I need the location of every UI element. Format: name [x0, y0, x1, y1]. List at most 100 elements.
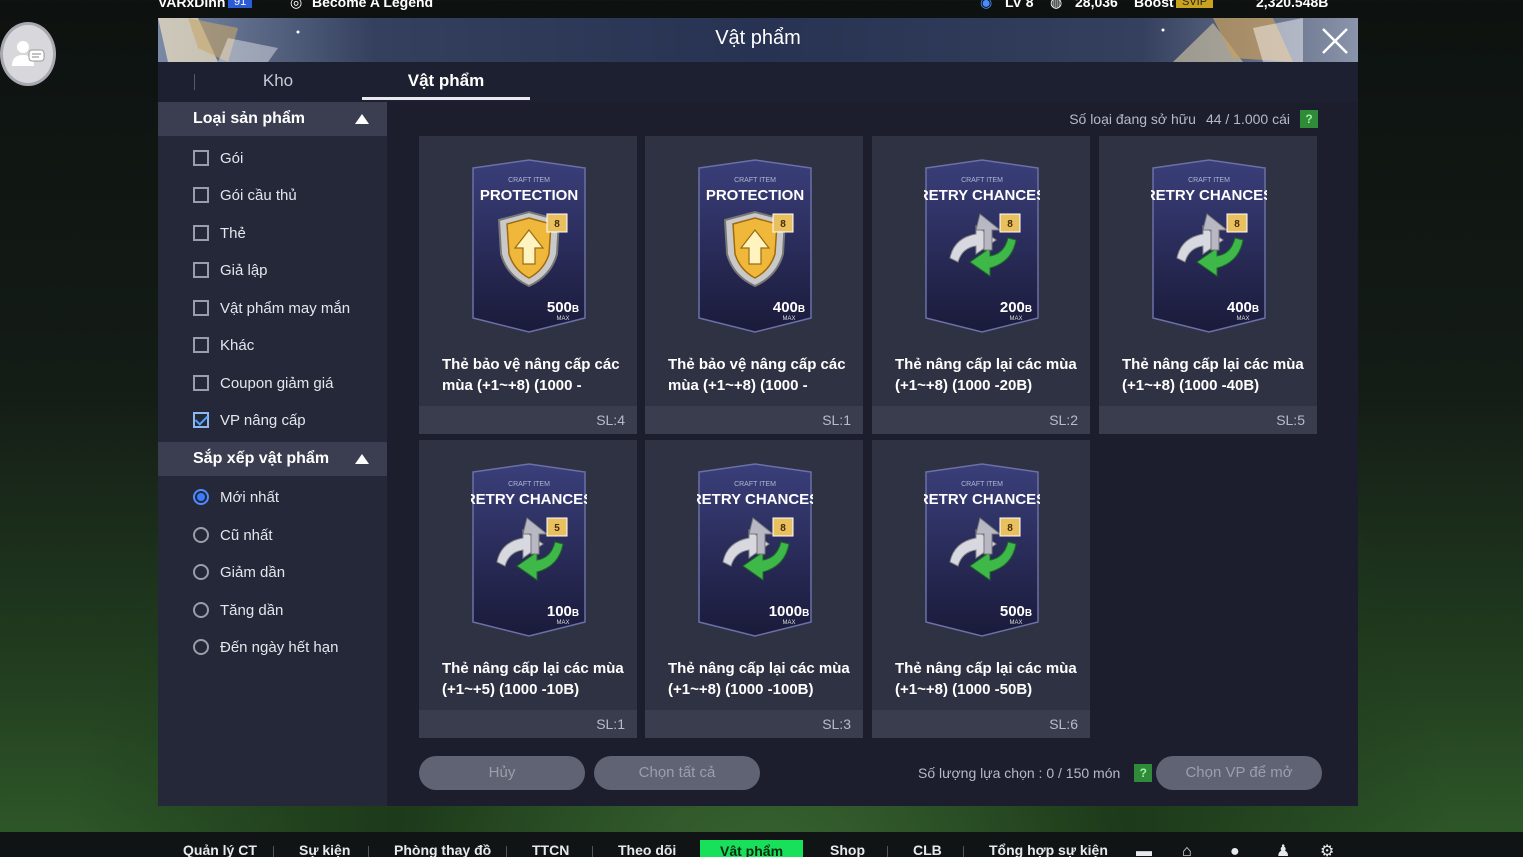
craft-item-caption: CRAFT ITEM: [1188, 177, 1230, 184]
nav-locker-room[interactable]: Phòng thay đồ: [394, 842, 491, 857]
bottom-navigation: Quản lý CT Sự kiện Phòng thay đồ TTCN Theo d…: [0, 832, 1523, 857]
checkbox[interactable]: [193, 375, 209, 391]
checkbox[interactable]: [193, 337, 209, 353]
nav-separator: [592, 846, 593, 857]
filter-option-upgrade-item[interactable]: VP nâng cấp: [193, 408, 306, 432]
points: 28,036: [1075, 0, 1118, 10]
tab-items[interactable]: Vật phẩm: [362, 62, 530, 100]
points-icon: ◍: [1050, 0, 1063, 10]
sort-option-ascending[interactable]: Tăng dần: [193, 598, 283, 622]
settings-icon[interactable]: ⚙: [1320, 844, 1344, 857]
item-card[interactable]: CRAFT ITEM RETRY CHANCES 5 100B MAX Thẻ …: [419, 440, 637, 738]
craft-item-pack-image: CRAFT ITEM RETRY CHANCES 8 400B MAX: [1151, 159, 1267, 333]
sort-header[interactable]: Sắp xếp vật phẩm: [158, 442, 387, 476]
bp-amount: 2,320.548B: [1256, 0, 1329, 10]
item-card[interactable]: CRAFT ITEM RETRY CHANCES 8 200B MAX Thẻ …: [872, 136, 1090, 434]
nav-separator: [887, 846, 888, 857]
filter-option-coupon[interactable]: Coupon giảm giá: [193, 371, 333, 395]
craft-item-pack-image: CRAFT ITEM PROTECTION 8 500B MAX: [472, 159, 586, 333]
craft-item-caption: CRAFT ITEM: [961, 481, 1003, 488]
level-badge: 8: [554, 219, 560, 230]
pack-title: RETRY CHANCES: [1151, 187, 1267, 204]
checkbox-checked[interactable]: [193, 412, 209, 428]
item-card[interactable]: CRAFT ITEM PROTECTION 8 400B MAX Thẻ bảo…: [645, 136, 863, 434]
filter-option-lucky-item[interactable]: Vật phẩm may mắn: [193, 296, 350, 320]
collapse-arrow-icon: [355, 454, 369, 464]
level-badge: 8: [1007, 219, 1013, 230]
craft-item-pack-image: CRAFT ITEM RETRY CHANCES 8 500B MAX: [924, 463, 1040, 637]
filter-option-pack[interactable]: Gói: [193, 146, 243, 170]
item-name: Thẻ bảo vệ nâng cấp các mùa (+1~+8) (100…: [668, 356, 846, 394]
option-label: Mới nhất: [220, 488, 280, 506]
nav-events[interactable]: Sự kiện: [299, 842, 350, 857]
item-quantity: SL:2: [872, 406, 1090, 434]
option-label: Giảm dần: [220, 563, 286, 581]
profile-avatar-button[interactable]: [0, 22, 56, 86]
item-quantity: SL:3: [645, 710, 863, 738]
nav-items[interactable]: Vật phẩm: [700, 840, 804, 857]
coach-icon[interactable]: ●: [1230, 844, 1254, 857]
checkbox[interactable]: [193, 225, 209, 241]
nav-follow[interactable]: Theo dõi: [618, 842, 676, 857]
vip-badge: SVIP: [1176, 0, 1214, 8]
open-selected-button[interactable]: Chọn VP để mở: [1156, 756, 1322, 790]
nav-club[interactable]: CLB: [913, 842, 942, 857]
item-name: Thẻ nâng cấp lại các mùa (+1~+8) (1000 -…: [1122, 356, 1304, 394]
cancel-button[interactable]: Hủy: [419, 756, 585, 790]
item-card[interactable]: CRAFT ITEM RETRY CHANCES 8 1000B MAX Thẻ…: [645, 440, 863, 738]
chat-icon[interactable]: ▬: [1136, 844, 1160, 857]
checkbox[interactable]: [193, 262, 209, 278]
nav-event-summary[interactable]: Tổng hợp sự kiện: [989, 842, 1108, 857]
category-filter-header[interactable]: Loại sản phẩm: [158, 102, 387, 136]
filter-option-card[interactable]: Thẻ: [193, 221, 246, 245]
checkbox[interactable]: [193, 150, 209, 166]
pack-max-label: MAX: [1009, 620, 1022, 626]
radio-selected[interactable]: [193, 489, 209, 505]
pack-max-label: MAX: [556, 316, 569, 322]
item-name: Thẻ nâng cấp lại các mùa (+1~+8) (1000 -…: [895, 356, 1077, 394]
sort-option-expiry[interactable]: Đến ngày hết hạn: [193, 635, 338, 659]
nav-profile[interactable]: TTCN: [532, 842, 569, 857]
item-card[interactable]: CRAFT ITEM PROTECTION 8 500B MAX Thẻ bảo…: [419, 136, 637, 434]
owned-value: 44 / 1.000 cái: [1205, 111, 1290, 127]
filter-option-other[interactable]: Khác: [193, 333, 254, 357]
level-icon: ◉: [980, 0, 993, 10]
nav-shop[interactable]: Shop: [830, 842, 865, 857]
radio[interactable]: [193, 564, 209, 580]
home-icon[interactable]: ⌂: [1182, 844, 1206, 857]
collapse-arrow-icon: [355, 114, 369, 124]
item-quantity: SL:1: [419, 710, 637, 738]
help-button[interactable]: ?: [1134, 764, 1153, 782]
level-badge: 8: [780, 219, 786, 230]
item-card[interactable]: CRAFT ITEM RETRY CHANCES 8 500B MAX Thẻ …: [872, 440, 1090, 738]
level: LV 8: [1005, 0, 1034, 10]
select-all-button[interactable]: Chọn tất cả: [594, 756, 760, 790]
craft-item-pack-image: CRAFT ITEM RETRY CHANCES 8 200B MAX: [924, 159, 1040, 333]
close-icon[interactable]: [1318, 24, 1352, 58]
option-label: Coupon giảm giá: [220, 374, 334, 392]
level-badge: 8: [780, 523, 786, 534]
radio[interactable]: [193, 602, 209, 618]
nav-squad[interactable]: Quản lý CT: [183, 842, 257, 857]
checkbox[interactable]: [193, 187, 209, 203]
radio[interactable]: [193, 639, 209, 655]
pack-title: PROTECTION: [706, 187, 804, 204]
pack-title: RETRY CHANCES: [697, 491, 813, 508]
sort-option-descending[interactable]: Giảm dần: [193, 560, 285, 584]
filter-option-simulation[interactable]: Giả lập: [193, 258, 268, 282]
craft-item-caption: CRAFT ITEM: [508, 177, 550, 184]
sort-option-oldest[interactable]: Cũ nhất: [193, 523, 273, 547]
player-name: VARxDinh: [158, 0, 226, 10]
friend-icon[interactable]: ♟: [1276, 844, 1300, 857]
filter-option-player-pack[interactable]: Gói cầu thủ: [193, 183, 297, 207]
sort-option-newest[interactable]: Mới nhất: [193, 485, 279, 509]
radio[interactable]: [193, 527, 209, 543]
tab-storage[interactable]: Kho: [195, 62, 361, 100]
help-button[interactable]: ?: [1300, 110, 1318, 128]
checkbox[interactable]: [193, 300, 209, 316]
owned-count: Số loại đang sở hữu 44 / 1.000 cái ?: [1069, 110, 1318, 128]
option-label: Gói cầu thủ: [220, 186, 297, 204]
option-label: Khác: [220, 336, 255, 354]
motto: Become A Legend: [312, 0, 434, 10]
item-card[interactable]: CRAFT ITEM RETRY CHANCES 8 400B MAX Thẻ …: [1099, 136, 1317, 434]
